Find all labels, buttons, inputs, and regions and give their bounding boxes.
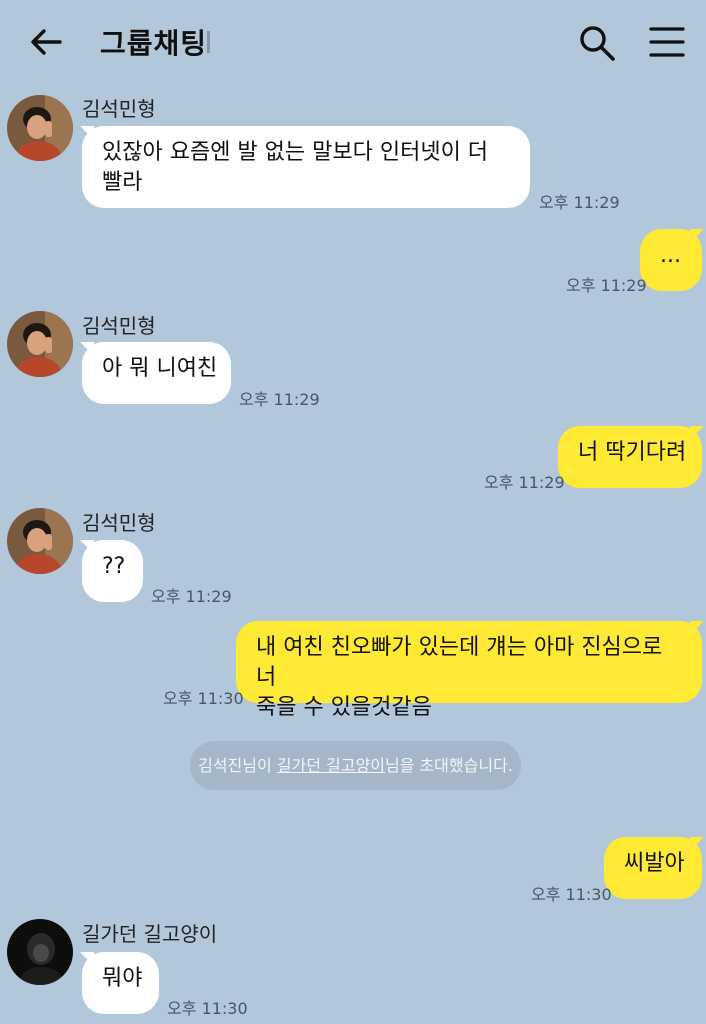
- message-bubble[interactable]: 씨발아: [604, 837, 702, 899]
- message-time: 오후 11:29: [151, 587, 232, 606]
- notice-suffix: 님을 초대했습니다.: [384, 756, 513, 775]
- message-time: 오후 11:30: [531, 885, 612, 904]
- back-arrow-icon[interactable]: [28, 24, 64, 60]
- avatar[interactable]: [7, 508, 73, 574]
- message-bubble[interactable]: 있잖아 요즘엔 발 없는 말보다 인터넷이 더 빨라: [82, 126, 530, 208]
- avatar[interactable]: [7, 95, 73, 161]
- message-time: 오후 11:29: [539, 193, 620, 212]
- message-bubble[interactable]: 너 딱기다려: [558, 426, 702, 488]
- menu-icon[interactable]: [648, 24, 686, 60]
- sender-name: 김석민형: [82, 511, 156, 535]
- system-invite-notice: 김석진님이 길가던 길고양이님을 초대했습니다.: [190, 741, 521, 790]
- message-bubble[interactable]: 아 뭐 니여친: [82, 342, 231, 404]
- avatar[interactable]: [7, 311, 73, 377]
- notice-invitee[interactable]: 길가던 길고양이: [277, 756, 385, 775]
- sender-name: 김석민형: [82, 97, 156, 121]
- sender-name: 길가던 길고양이: [82, 922, 218, 946]
- message-time: 오후 11:29: [566, 276, 647, 295]
- notice-inviter: 김석진님이: [198, 756, 277, 775]
- chat-title: 그룹채팅: [100, 27, 208, 60]
- chat-header: 그룹채팅: [0, 0, 706, 84]
- avatar[interactable]: [7, 919, 73, 985]
- message-bubble[interactable]: 내 여친 친오빠가 있는데 걔는 아마 진심으로 너 죽을 수 있을것같음: [236, 621, 702, 720]
- message-time: 오후 11:29: [239, 390, 320, 409]
- message-bubble[interactable]: ??: [82, 540, 143, 602]
- message-time: 오후 11:30: [167, 999, 248, 1018]
- sender-name: 김석민형: [82, 314, 156, 338]
- message-bubble[interactable]: ...: [640, 229, 702, 291]
- search-icon[interactable]: [578, 24, 616, 62]
- message-bubble[interactable]: 뭐야: [82, 952, 159, 1014]
- title-divider: [207, 31, 210, 53]
- message-time: 오후 11:29: [484, 473, 565, 492]
- message-time: 오후 11:30: [163, 689, 244, 708]
